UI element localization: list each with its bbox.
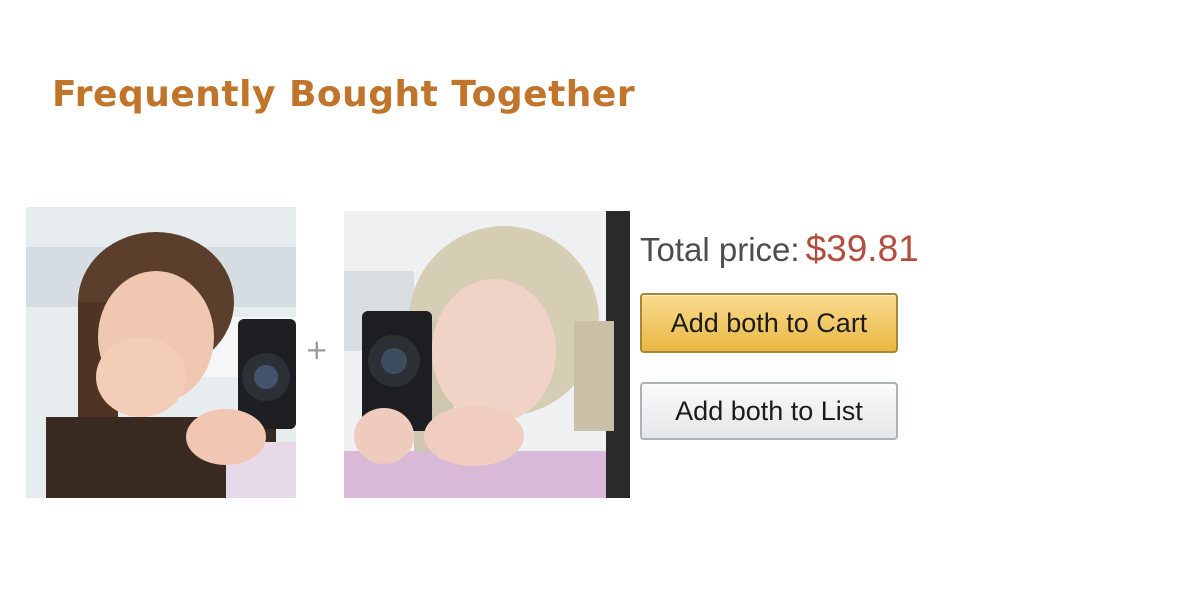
section-title: Frequently Bought Together	[52, 74, 636, 115]
total-price: Total price: $39.81	[640, 228, 919, 270]
add-both-to-list-button[interactable]: Add both to List	[640, 382, 898, 440]
total-price-value: $39.81	[805, 228, 919, 269]
product-image-1[interactable]	[26, 207, 296, 498]
total-price-label: Total price:	[640, 231, 800, 268]
plus-separator: +	[305, 333, 329, 366]
product-photo-1-icon	[26, 207, 296, 498]
product-photo-2-icon	[344, 211, 630, 498]
add-both-to-cart-button[interactable]: Add both to Cart	[640, 293, 898, 353]
product-image-2[interactable]	[344, 211, 630, 498]
